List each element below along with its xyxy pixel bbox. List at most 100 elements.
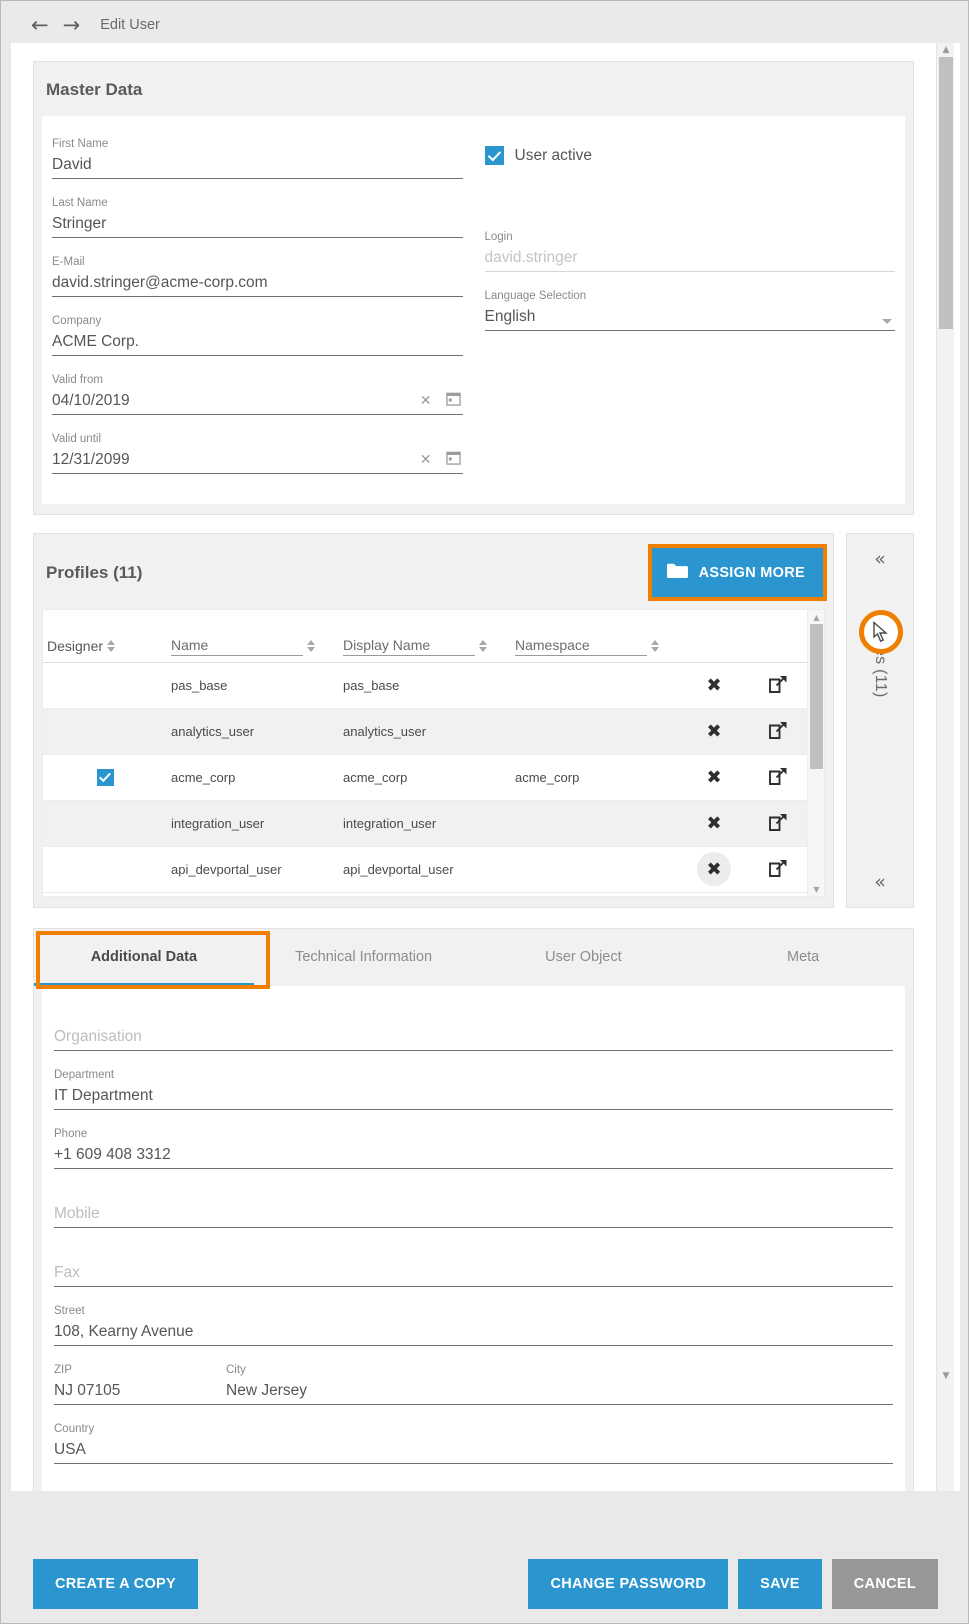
open-external-icon[interactable] (767, 719, 789, 744)
create-a-copy-button[interactable]: CREATE A COPY (33, 1559, 198, 1609)
valid-from-field[interactable]: Valid from 04/10/2019 ✕ (52, 368, 463, 415)
tab-user-object[interactable]: User Object (474, 929, 694, 986)
page-scrollbar[interactable]: ▲ ▼ (936, 43, 954, 1491)
chevron-down-icon[interactable] (882, 319, 892, 324)
user-active-checkbox[interactable] (485, 146, 504, 165)
scroll-up-icon[interactable]: ▲ (808, 610, 825, 624)
fax-field[interactable]: Fax Fax (54, 1240, 893, 1287)
name-cell: pas_base (167, 662, 339, 708)
open-external-icon[interactable] (767, 673, 789, 698)
department-field[interactable]: Department IT Department (54, 1063, 893, 1110)
cancel-button[interactable]: CANCEL (832, 1559, 938, 1609)
login-label: Login (485, 229, 896, 245)
table-row[interactable]: api_devportal_user api_devportal_user ✖ (43, 846, 809, 892)
phone-input[interactable]: +1 609 408 3312 (54, 1142, 893, 1169)
mouse-cursor-icon (872, 621, 890, 643)
scrollbar-thumb[interactable] (810, 624, 823, 769)
valid-from-input[interactable]: 04/10/2019 (52, 388, 463, 415)
remove-profile-icon[interactable]: ✖ (697, 760, 731, 794)
scroll-down-icon[interactable]: ▼ (808, 882, 825, 896)
street-field[interactable]: Street 108, Kearny Avenue (54, 1299, 893, 1346)
country-input[interactable]: USA (54, 1437, 893, 1464)
arrow-right-icon[interactable]: → (63, 15, 81, 36)
page-scroll-down-icon[interactable]: ▼ (937, 1369, 955, 1383)
namespace-filter-input[interactable]: Namespace (515, 637, 647, 656)
page-scrollbar-thumb[interactable] (939, 57, 953, 329)
country-field[interactable]: Country USA (54, 1417, 893, 1464)
valid-until-input[interactable]: 12/31/2099 (52, 447, 463, 474)
fax-input[interactable]: Fax (54, 1260, 893, 1287)
profiles-panel: Profiles (11) ASSIGN MORE (33, 533, 834, 908)
company-input[interactable]: ACME Corp. (52, 329, 463, 356)
valid-until-field[interactable]: Valid until 12/31/2099 ✕ (52, 427, 463, 474)
first-name-field[interactable]: First Name David (52, 132, 463, 179)
first-name-label: First Name (52, 136, 463, 152)
user-active-row[interactable]: User active (485, 132, 896, 165)
profiles-table-body: pas_base pas_base ✖ (43, 662, 809, 892)
namespace-cell (511, 662, 681, 708)
roles-side-panel[interactable]: « Roles (11) « (846, 533, 914, 908)
phone-field[interactable]: Phone +1 609 408 3312 (54, 1122, 893, 1169)
page-scroll-up-icon[interactable]: ▲ (937, 43, 955, 57)
zip-city-row[interactable]: NJ 07105 New Jersey (54, 1378, 893, 1405)
zip-city-field[interactable]: ZIP City NJ 07105 New Jersey (54, 1358, 893, 1405)
open-external-icon[interactable] (767, 765, 789, 790)
email-input[interactable]: david.stringer@acme-corp.com (52, 270, 463, 297)
table-row[interactable]: analytics_user analytics_user ✖ (43, 708, 809, 754)
tab-additional-data[interactable]: Additional Data (34, 929, 254, 986)
assign-more-button[interactable]: ASSIGN MORE (652, 548, 823, 597)
email-field[interactable]: E-Mail david.stringer@acme-corp.com (52, 250, 463, 297)
name-cell: integration_user (167, 800, 339, 846)
organisation-field[interactable]: Organisation Organisation (54, 1004, 893, 1051)
remove-profile-icon[interactable]: ✖ (697, 852, 731, 886)
city-input[interactable]: New Jersey (226, 1378, 893, 1404)
mobile-input[interactable]: Mobile (54, 1201, 893, 1228)
zip-label: ZIP (54, 1362, 226, 1378)
profiles-table-scrollbar[interactable]: ▲ ▼ (807, 610, 824, 896)
language-selection-field[interactable]: Language Selection English (485, 284, 896, 331)
remove-profile-icon[interactable]: ✖ (697, 806, 731, 840)
open-external-icon[interactable] (767, 857, 789, 882)
language-select[interactable]: English (485, 304, 896, 331)
tab-technical-information[interactable]: Technical Information (254, 929, 474, 986)
department-input[interactable]: IT Department (54, 1083, 893, 1110)
remove-profile-icon[interactable]: ✖ (697, 714, 731, 748)
display-name-filter-input[interactable]: Display Name (343, 637, 475, 656)
table-row[interactable]: acme_corp acme_corp acme_corp ✖ (43, 754, 809, 800)
sort-namespace-icon[interactable] (651, 640, 659, 656)
mobile-field[interactable]: Mobile Mobile (54, 1181, 893, 1228)
arrow-left-icon[interactable]: ← (31, 15, 49, 36)
remove-cell: ✖ (681, 800, 747, 846)
footer-right-group: CHANGE PASSWORD SAVE CANCEL (528, 1559, 938, 1609)
calendar-icon[interactable] (446, 391, 461, 411)
designer-checkbox[interactable] (97, 769, 114, 786)
chevron-double-left-icon[interactable]: « (874, 534, 886, 570)
chevron-double-left-icon-bottom[interactable]: « (874, 857, 886, 893)
table-row[interactable]: pas_base pas_base ✖ (43, 662, 809, 708)
sort-name-icon[interactable] (307, 640, 315, 656)
open-external-icon[interactable] (767, 811, 789, 836)
clear-icon[interactable]: ✕ (420, 452, 432, 468)
remove-profile-icon[interactable]: ✖ (697, 668, 731, 702)
organisation-input[interactable]: Organisation (54, 1024, 893, 1051)
last-name-input[interactable]: Stringer (52, 211, 463, 238)
table-row[interactable]: integration_user integration_user ✖ (43, 800, 809, 846)
calendar-icon[interactable] (446, 450, 461, 470)
designer-cell (43, 662, 167, 708)
street-input[interactable]: 108, Kearny Avenue (54, 1319, 893, 1346)
first-name-input[interactable]: David (52, 152, 463, 179)
clear-icon[interactable]: ✕ (420, 393, 432, 409)
change-password-button[interactable]: CHANGE PASSWORD (528, 1559, 728, 1609)
sort-designer-icon[interactable] (107, 640, 115, 656)
zip-input[interactable]: NJ 07105 (54, 1378, 226, 1404)
save-button[interactable]: SAVE (738, 1559, 822, 1609)
company-field[interactable]: Company ACME Corp. (52, 309, 463, 356)
designer-cell (43, 800, 167, 846)
footer-action-bar: CREATE A COPY CHANGE PASSWORD SAVE CANCE… (11, 1559, 960, 1609)
tab-meta[interactable]: Meta (693, 929, 913, 986)
name-filter-input[interactable]: Name (171, 637, 303, 656)
open-cell (747, 662, 809, 708)
sort-display-name-icon[interactable] (479, 640, 487, 656)
last-name-field[interactable]: Last Name Stringer (52, 191, 463, 238)
language-label: Language Selection (485, 288, 896, 304)
